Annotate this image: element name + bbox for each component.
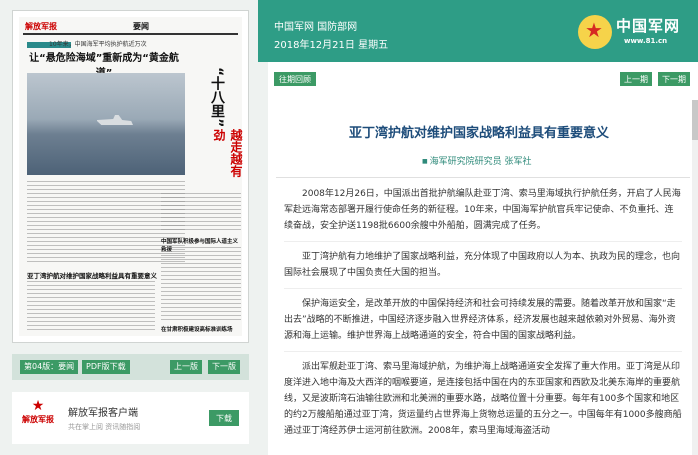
paper-text-block [27, 281, 155, 333]
paper-section: 要闻 [133, 22, 149, 31]
star-icon: ★ [31, 398, 45, 414]
article-paragraph: 亚丁湾护航有力地维护了国家战略利益，充分体现了中国政府以人为本、执政为民的理念，… [284, 252, 681, 278]
paper-logo: 解放军报 [25, 22, 57, 31]
paper-vertical-headline[interactable]: “十八里” [207, 67, 227, 127]
paragraph-divider [284, 241, 682, 242]
left-column: 解放军报 要闻 10年来，中国海军平均执护航近万次 让“悬危险海域”重新成为“黄… [0, 0, 258, 455]
paper-vertical-sub[interactable]: 越走越有劲 [211, 129, 245, 187]
divider [276, 177, 690, 178]
article-paragraph: 派出军舰赴亚丁湾、索马里海域护航，为维护海上战略通道安全发挥了重大作用。亚丁湾是… [284, 362, 682, 436]
prev-issue-button[interactable]: 上一期 [620, 72, 652, 86]
article-panel: 往期回顾 上一期 下一期 亚丁湾护航对维护国家战略利益具有重要意义 海军研究院研… [268, 62, 698, 455]
paper-kicker: 10年来，中国海军平均执护航近万次 [49, 41, 147, 48]
newspaper-page: 解放军报 要闻 10年来，中国海军平均执护航近万次 让“悬危险海域”重新成为“黄… [19, 17, 243, 336]
scrollbar-thumb[interactable] [692, 100, 698, 140]
logo-text: 中国军网 [616, 17, 681, 35]
prev-edition-button[interactable]: 上一版 [170, 360, 202, 374]
emblem-icon [578, 15, 612, 49]
article-body: 2008年12月26日，中国派出首批护航编队赴亚丁湾、索马里海域执行护航任务，开… [284, 186, 682, 439]
app-subtitle: 共在掌上阅 资讯随指阅 [68, 423, 141, 431]
paper-masthead: 解放军报 要闻 [23, 21, 238, 35]
article-author: 海军研究院研究员 张军社 [422, 154, 532, 167]
site-logo[interactable]: 中国军网 www.81.cn [578, 13, 690, 51]
app-download-panel: ★ 解放军报 解放军报客户端 共在掌上阅 资讯随指阅 下载 [12, 392, 249, 444]
app-logo-text: 解放军报 [22, 415, 54, 424]
edition-page-label[interactable]: 第04版：要闻 [20, 360, 79, 374]
app-logo: ★ 解放军报 [20, 398, 56, 438]
next-edition-button[interactable]: 下一版 [208, 360, 240, 374]
next-issue-button[interactable]: 下一期 [658, 72, 690, 86]
newspaper-page-thumbnail[interactable]: 解放军报 要闻 10年来，中国海军平均执护航近万次 让“悬危险海域”重新成为“黄… [12, 10, 249, 343]
paper-text-block [161, 247, 241, 321]
logo-url: www.81.cn [624, 37, 668, 45]
paper-photo-warship [27, 73, 185, 175]
paragraph-divider [284, 351, 682, 352]
paper-side-column: “十八里” 越走越有劲 [197, 67, 243, 187]
history-button[interactable]: 往期回顾 [274, 72, 316, 86]
header-site-name[interactable]: 中国军网 国防部网 [274, 18, 357, 33]
scrollbar[interactable] [692, 100, 698, 455]
app-title: 解放军报客户端 [68, 408, 138, 419]
pdf-download-button[interactable]: PDF版下载 [82, 360, 130, 374]
toolbar: 往期回顾 上一期 下一期 [268, 72, 690, 88]
paper-text-block [161, 193, 241, 233]
ship-icon [97, 115, 133, 125]
article-paragraph: 保护海运安全，是改革开放的中国保持经济和社会可持续发展的需要。随着改革开放和国家… [284, 299, 676, 341]
article-paragraph: 2008年12月26日，中国派出首批护航编队赴亚丁湾、索马里海域执行护航任务，开… [284, 189, 681, 231]
header-date: 2018年12月21日 星期五 [274, 40, 389, 51]
article-title: 亚丁湾护航对维护国家战略利益具有重要意义 [348, 126, 609, 141]
app-download-button[interactable]: 下载 [209, 410, 239, 426]
paper-headline-low[interactable]: 在甘肃积极建设高标准训练场 [161, 325, 233, 333]
site-header: 中国军网 国防部网 2018年12月21日 星期五 中国军网 www.81.cn [258, 0, 698, 62]
paper-headline-bottom[interactable]: 亚丁湾护航对维护国家战略利益具有重要意义 [27, 270, 157, 280]
edition-controls: 第04版：要闻 PDF版下载 上一版 下一版 [12, 354, 249, 380]
paragraph-divider [284, 288, 682, 289]
